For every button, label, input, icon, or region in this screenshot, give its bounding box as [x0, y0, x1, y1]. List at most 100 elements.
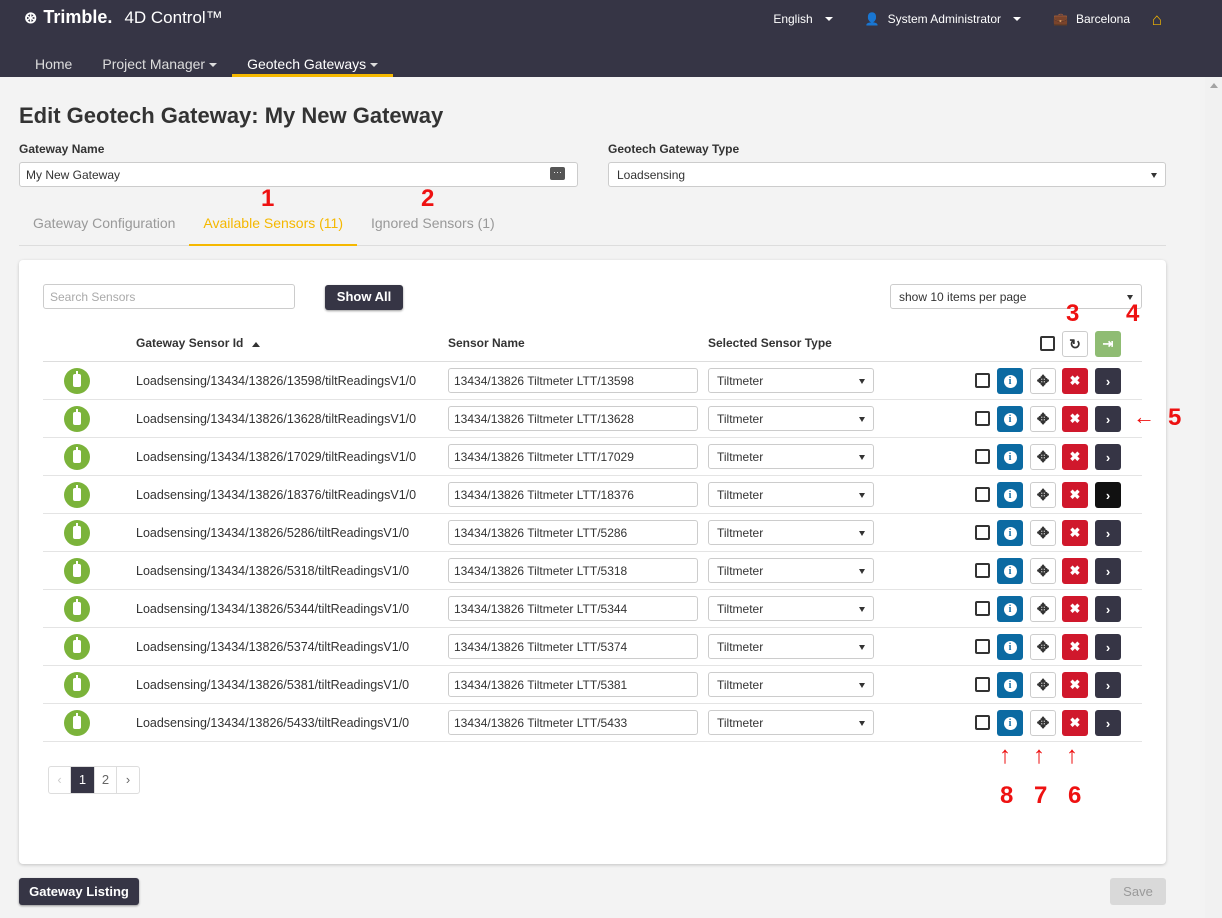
sensor-type-select[interactable]: Tiltmeter [708, 596, 874, 621]
open-sensor-button[interactable]: › [1095, 368, 1121, 394]
ignore-button[interactable]: ✖ [1062, 406, 1088, 432]
select-all-checkbox[interactable] [1040, 336, 1055, 351]
gateway-name-input[interactable]: My New Gateway ··· [19, 162, 578, 187]
import-icon[interactable]: ⇥ [1095, 331, 1121, 357]
sensor-name-input[interactable]: 13434/13826 Tiltmeter LTT/13598 [448, 368, 698, 393]
ignore-button[interactable]: ✖ [1062, 672, 1088, 698]
nav-tab-home[interactable]: Home [20, 52, 87, 77]
sensor-name-input[interactable]: 13434/13826 Tiltmeter LTT/18376 [448, 482, 698, 507]
page-size-select[interactable]: show 10 items per page [890, 284, 1142, 309]
scrollbar[interactable] [1205, 77, 1222, 918]
row-checkbox[interactable] [975, 677, 990, 692]
column-header-sensor-id[interactable]: Gateway Sensor Id [136, 336, 261, 350]
open-sensor-button[interactable]: › [1095, 672, 1121, 698]
sensor-type-select[interactable]: Tiltmeter [708, 406, 874, 431]
sensor-type-select[interactable]: Tiltmeter [708, 520, 874, 545]
sensor-name-input[interactable]: 13434/13826 Tiltmeter LTT/5433 [448, 710, 698, 735]
chevron-down-icon [859, 455, 865, 460]
nav-tab-project-manager[interactable]: Project Manager [87, 52, 232, 77]
ignore-button[interactable]: ✖ [1062, 368, 1088, 394]
move-button[interactable]: ✥ [1030, 558, 1056, 584]
gateway-listing-button[interactable]: Gateway Listing [19, 878, 139, 905]
pager-page-1[interactable]: 1 [71, 767, 95, 793]
move-button[interactable]: ✥ [1030, 710, 1056, 736]
search-sensors-input[interactable]: Search Sensors [43, 284, 295, 309]
save-button[interactable]: Save [1110, 878, 1166, 905]
info-button[interactable]: i [997, 596, 1023, 622]
sensor-name-input[interactable]: 13434/13826 Tiltmeter LTT/17029 [448, 444, 698, 469]
gateway-type-select[interactable]: Loadsensing [608, 162, 1166, 187]
user-menu[interactable]: 👤 System Administrator [865, 12, 1021, 26]
row-checkbox[interactable] [975, 487, 990, 502]
sensor-name-input[interactable]: 13434/13826 Tiltmeter LTT/5374 [448, 634, 698, 659]
info-button[interactable]: i [997, 368, 1023, 394]
row-checkbox[interactable] [975, 525, 990, 540]
ignore-button[interactable]: ✖ [1062, 634, 1088, 660]
nav-tab-geotech-gateways[interactable]: Geotech Gateways [232, 52, 394, 77]
open-sensor-button[interactable]: › [1095, 406, 1121, 432]
info-button[interactable]: i [997, 444, 1023, 470]
ignore-button[interactable]: ✖ [1062, 596, 1088, 622]
open-sensor-button[interactable]: › [1095, 596, 1121, 622]
open-sensor-button[interactable]: › [1095, 634, 1121, 660]
site-menu[interactable]: 💼 Barcelona [1053, 12, 1130, 26]
open-sensor-button[interactable]: › [1095, 520, 1121, 546]
home-icon[interactable]: ⌂ [1152, 10, 1162, 30]
refresh-icon[interactable]: ↻ [1062, 331, 1088, 357]
annotation-8: 8 [1000, 782, 1014, 809]
pager-next[interactable]: › [117, 767, 139, 793]
sensor-name-input[interactable]: 13434/13826 Tiltmeter LTT/5381 [448, 672, 698, 697]
move-button[interactable]: ✥ [1030, 482, 1056, 508]
sensor-type-select[interactable]: Tiltmeter [708, 672, 874, 697]
ignore-button[interactable]: ✖ [1062, 482, 1088, 508]
scroll-up-icon[interactable] [1210, 83, 1218, 88]
pager-page-2[interactable]: 2 [95, 767, 117, 793]
info-button[interactable]: i [997, 406, 1023, 432]
move-button[interactable]: ✥ [1030, 444, 1056, 470]
sensor-name-input[interactable]: 13434/13826 Tiltmeter LTT/13628 [448, 406, 698, 431]
open-sensor-button[interactable]: › [1095, 710, 1121, 736]
move-button[interactable]: ✥ [1030, 368, 1056, 394]
tab-gateway-configuration[interactable]: Gateway Configuration [19, 206, 189, 246]
info-button[interactable]: i [997, 520, 1023, 546]
ellipsis-icon[interactable]: ··· [550, 167, 565, 180]
move-button[interactable]: ✥ [1030, 520, 1056, 546]
sensor-type-select[interactable]: Tiltmeter [708, 634, 874, 659]
move-button[interactable]: ✥ [1030, 634, 1056, 660]
show-all-button[interactable]: Show All [325, 285, 403, 310]
open-sensor-button[interactable]: › [1095, 482, 1121, 508]
ignore-button[interactable]: ✖ [1062, 520, 1088, 546]
row-checkbox[interactable] [975, 601, 990, 616]
info-button[interactable]: i [997, 634, 1023, 660]
row-checkbox[interactable] [975, 411, 990, 426]
row-checkbox[interactable] [975, 563, 990, 578]
sensor-type-select[interactable]: Tiltmeter [708, 710, 874, 735]
move-button[interactable]: ✥ [1030, 406, 1056, 432]
sensor-name-input[interactable]: 13434/13826 Tiltmeter LTT/5344 [448, 596, 698, 621]
info-button[interactable]: i [997, 558, 1023, 584]
row-checkbox[interactable] [975, 715, 990, 730]
info-button[interactable]: i [997, 672, 1023, 698]
sensor-type-select[interactable]: Tiltmeter [708, 368, 874, 393]
info-button[interactable]: i [997, 710, 1023, 736]
sensor-type-select[interactable]: Tiltmeter [708, 444, 874, 469]
ignore-button[interactable]: ✖ [1062, 710, 1088, 736]
open-sensor-button[interactable]: › [1095, 444, 1121, 470]
move-button[interactable]: ✥ [1030, 672, 1056, 698]
row-checkbox[interactable] [975, 373, 990, 388]
ignore-button[interactable]: ✖ [1062, 444, 1088, 470]
ignore-button[interactable]: ✖ [1062, 558, 1088, 584]
sensor-name-input[interactable]: 13434/13826 Tiltmeter LTT/5286 [448, 520, 698, 545]
open-sensor-button[interactable]: › [1095, 558, 1121, 584]
row-checkbox[interactable] [975, 639, 990, 654]
sensor-type-select[interactable]: Tiltmeter [708, 558, 874, 583]
sensor-name-input[interactable]: 13434/13826 Tiltmeter LTT/5318 [448, 558, 698, 583]
annotation-6: 6 [1068, 782, 1082, 809]
language-menu[interactable]: English [773, 12, 833, 26]
info-button[interactable]: i [997, 482, 1023, 508]
move-button[interactable]: ✥ [1030, 596, 1056, 622]
search-placeholder: Search Sensors [50, 290, 136, 304]
pager-prev[interactable]: ‹ [49, 767, 71, 793]
row-checkbox[interactable] [975, 449, 990, 464]
sensor-type-select[interactable]: Tiltmeter [708, 482, 874, 507]
